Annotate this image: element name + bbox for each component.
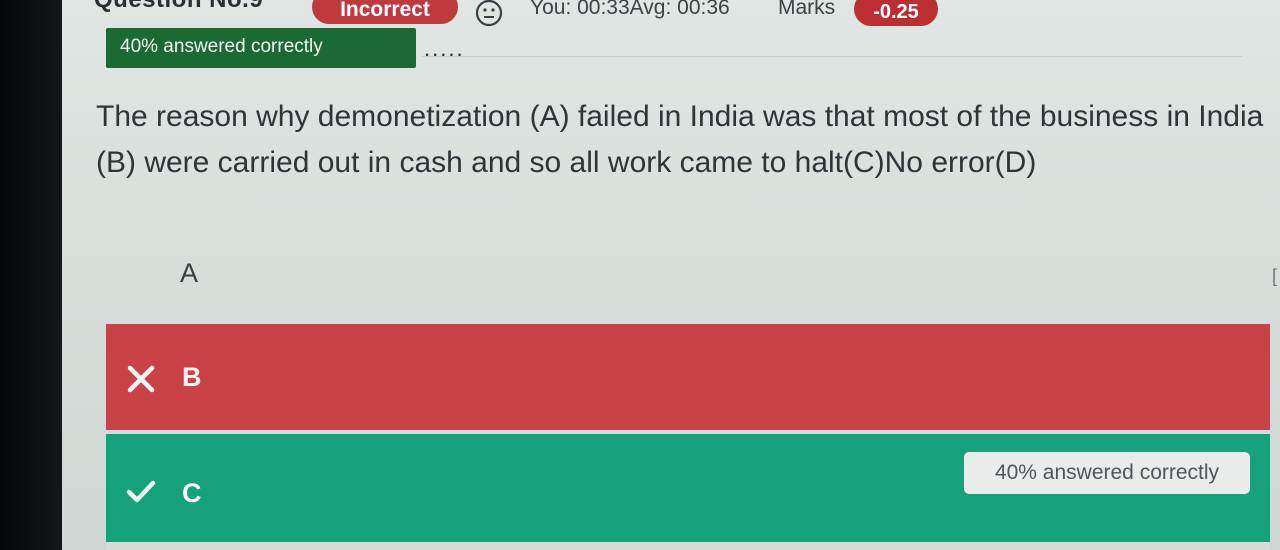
next-option-edge bbox=[106, 542, 1270, 550]
neutral-face-icon bbox=[475, 0, 503, 27]
answered-correctly-tag: 40% answered correctly bbox=[106, 28, 416, 68]
cross-icon bbox=[127, 365, 155, 393]
divider bbox=[422, 56, 1242, 57]
option-letter: A bbox=[180, 258, 199, 288]
question-text: The reason why demonetization (A) failed… bbox=[96, 100, 1264, 179]
option-letter: C bbox=[182, 478, 202, 508]
option-a[interactable]: A bbox=[106, 236, 1272, 316]
marks-badge: -0.25 bbox=[854, 0, 938, 26]
time-comparison: You: 00:33Avg: 00:36 bbox=[530, 0, 730, 19]
answered-correctly-chip: 40% answered correctly bbox=[964, 452, 1250, 494]
marks-label: Marks bbox=[778, 0, 836, 19]
option-b-wrong[interactable]: B bbox=[106, 324, 1270, 430]
option-c-correct[interactable]: C 40% answered correctly bbox=[106, 434, 1270, 542]
question-number: Question No.9 bbox=[94, 0, 263, 14]
edge-mark: [ bbox=[1272, 266, 1278, 286]
status-badge: Incorrect bbox=[312, 0, 458, 24]
truncated-text: ..... bbox=[424, 36, 465, 61]
quiz-screen: Question No.9 Incorrect You: 00:33Avg: 0… bbox=[62, 0, 1280, 550]
question-header: Question No.9 Incorrect You: 00:33Avg: 0… bbox=[62, 0, 1280, 30]
check-icon bbox=[126, 480, 156, 503]
option-letter: B bbox=[182, 362, 202, 392]
